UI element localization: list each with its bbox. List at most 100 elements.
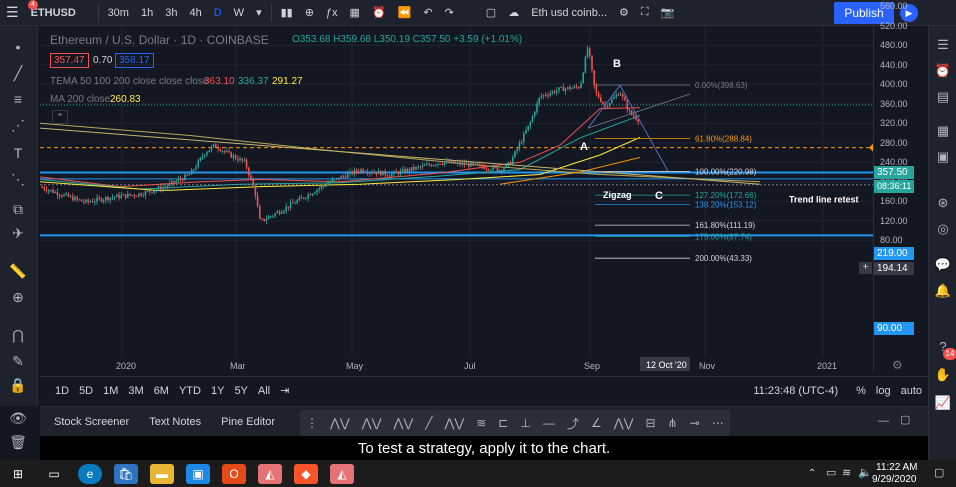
interval-1h[interactable]: 1h	[135, 7, 159, 19]
tradingview-app-2-icon[interactable]: ◭	[330, 463, 354, 484]
fib-retracement-icon[interactable]: ⊏	[498, 416, 508, 430]
collapse-legend-icon[interactable]: ⌃	[52, 110, 68, 124]
trash-icon[interactable]: 🗑	[8, 434, 28, 451]
trend-line-icon[interactable]: ╱	[8, 64, 28, 82]
network-icon[interactable]: ▭	[826, 466, 836, 479]
indicators-icon[interactable]: ƒx	[320, 7, 344, 19]
lock-icon[interactable]: 🔒	[8, 376, 28, 394]
settings-icon[interactable]: ⚙	[613, 6, 635, 19]
add-horizontal-line-icon[interactable]: +	[859, 262, 872, 274]
chat-icon[interactable]: 💬	[934, 256, 952, 274]
path-icon[interactable]: ∠	[591, 416, 602, 430]
clock[interactable]: 11:23:48 (UTC-4)	[748, 385, 843, 397]
range-5y[interactable]: 5Y	[229, 385, 252, 397]
hotlist-icon[interactable]: ▦	[934, 122, 952, 140]
volume-icon[interactable]: 🔈	[858, 466, 872, 479]
watchlist-icon[interactable]: ☰	[934, 36, 952, 54]
range-1y[interactable]: 1Y	[206, 385, 229, 397]
fib-fan-icon[interactable]: ≋	[476, 416, 486, 430]
ask-price[interactable]: 358.17	[115, 53, 154, 68]
office-icon[interactable]: O	[222, 463, 246, 484]
chevron-down-icon[interactable]: ▾	[250, 6, 268, 19]
add-icon[interactable]: ⊕	[299, 6, 320, 19]
price-axis[interactable]: 600.00560.00520.00480.00440.00400.00360.…	[873, 1, 927, 372]
goto-date-icon[interactable]: ⇥	[275, 384, 294, 397]
start-icon[interactable]: ⊞	[6, 464, 30, 484]
abc-pattern-icon[interactable]: ⋀⋁	[362, 416, 382, 430]
maximize-panel-icon[interactable]: ▢	[900, 413, 910, 426]
tab-text-notes[interactable]: Text Notes	[139, 416, 211, 428]
pitchfork-icon[interactable]: ⋔	[668, 416, 678, 430]
ma-label[interactable]: MA 200 close	[50, 94, 110, 105]
minimize-panel-icon[interactable]: —	[878, 415, 889, 427]
pattern-icon[interactable]: ⋰	[8, 116, 28, 134]
fullscreen-icon[interactable]: ⛶	[635, 6, 655, 19]
menu-icon[interactable]: ☰	[0, 4, 25, 21]
store-icon[interactable]: 🛍	[114, 463, 138, 484]
trend-line-icon[interactable]: ╱	[425, 416, 432, 430]
photos-icon[interactable]: ▣	[186, 463, 210, 484]
redo-icon[interactable]: ↷	[439, 6, 460, 19]
ray-icon[interactable]: ⤴	[567, 415, 579, 432]
range-3m[interactable]: 3M	[123, 385, 148, 397]
tab-stock-screener[interactable]: Stock Screener	[44, 416, 139, 428]
prediction-icon[interactable]: ⋱	[8, 170, 28, 188]
interval-4h[interactable]: 4h	[183, 7, 207, 19]
tray-up-icon[interactable]: ⌃	[808, 468, 816, 479]
ideas-icon[interactable]: ⊛	[934, 194, 952, 212]
magnet-icon[interactable]: ⋂	[8, 326, 28, 344]
streams-icon[interactable]: ◎	[934, 220, 952, 238]
log-toggle[interactable]: log	[871, 385, 896, 397]
tab-pine-editor[interactable]: Pine Editor	[211, 416, 285, 428]
range-6m[interactable]: 6M	[149, 385, 174, 397]
calendar-icon[interactable]: ▣	[934, 148, 952, 166]
alert-icon[interactable]: ⏰	[366, 6, 392, 19]
range-5d[interactable]: 5D	[74, 385, 98, 397]
horizontal-line-icon[interactable]: —	[543, 416, 555, 430]
task-view-icon[interactable]: ▭	[42, 464, 66, 484]
abcd-pattern-icon[interactable]: ⋀⋁	[330, 416, 350, 430]
layout-name[interactable]: Eth usd coinb...	[525, 7, 613, 19]
wave-pattern-icon[interactable]: ⋀⋁	[393, 416, 413, 430]
tema-label[interactable]: TEMA 50 100 200 close close close	[50, 76, 208, 87]
camera-icon[interactable]: 📷	[655, 6, 681, 19]
bid-price[interactable]: 357.47	[50, 53, 89, 68]
brave-icon[interactable]: ◆	[294, 463, 318, 484]
range-1m[interactable]: 1M	[98, 385, 123, 397]
taskbar-time[interactable]: 11:22 AM	[876, 462, 918, 473]
cursor-icon[interactable]: •	[8, 38, 28, 56]
action-center-icon[interactable]: ▢	[934, 466, 944, 479]
auto-toggle[interactable]: auto	[896, 385, 927, 397]
drag-handle-icon[interactable]: ⋮	[306, 416, 318, 430]
pencil-lock-icon[interactable]: ✎	[8, 352, 28, 370]
edge-icon[interactable]: e	[78, 463, 102, 484]
notifications-icon[interactable]: 🔔	[934, 282, 952, 300]
measure-icon[interactable]: ⧉	[8, 200, 28, 218]
triangle-pattern-icon[interactable]: ⋀⋁	[444, 416, 464, 430]
range-ytd[interactable]: YTD	[174, 385, 206, 397]
elliott-wave-icon[interactable]: ⋀⋁	[614, 416, 634, 430]
taskbar-date[interactable]: 9/29/2020	[872, 474, 917, 485]
vertical-line-icon[interactable]: ⊥	[520, 416, 530, 430]
layout-icon[interactable]: ▢	[480, 6, 502, 19]
replay-icon[interactable]: ⏪	[392, 6, 418, 19]
tradingview-app-icon[interactable]: ◭	[258, 463, 282, 484]
interval-3h[interactable]: 3h	[159, 7, 183, 19]
range-1d[interactable]: 1D	[50, 385, 74, 397]
templates-icon[interactable]: ▦	[344, 6, 366, 19]
icons-icon[interactable]: ✈	[8, 224, 28, 242]
interval-w[interactable]: W	[228, 7, 250, 19]
file-explorer-icon[interactable]: ▬	[150, 463, 174, 484]
alerts-icon[interactable]: ⏰	[934, 62, 952, 80]
data-window-icon[interactable]: ▤	[934, 88, 952, 106]
chart-icon[interactable]: 📈	[934, 394, 952, 412]
zoom-icon[interactable]: ⊕	[8, 288, 28, 306]
interval-30m[interactable]: 30m	[102, 7, 135, 19]
interval-d[interactable]: D	[208, 7, 228, 19]
text-icon[interactable]: T	[8, 144, 28, 162]
cloud-icon[interactable]: ☁	[502, 6, 525, 19]
ruler-icon[interactable]: 📏	[8, 262, 28, 280]
more-icon[interactable]: ⋯	[712, 416, 724, 430]
axis-settings-icon[interactable]: ⚙	[892, 358, 903, 372]
wifi-icon[interactable]: ≋	[842, 466, 851, 479]
